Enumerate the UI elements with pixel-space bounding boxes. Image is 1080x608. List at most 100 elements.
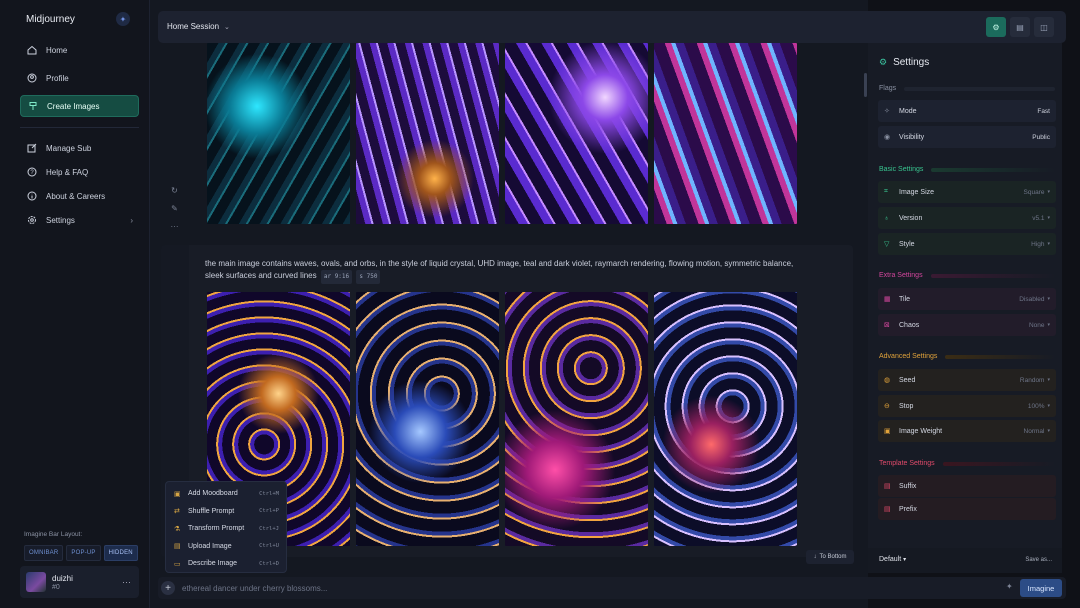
sidebar-item-create-images[interactable]: Create Images xyxy=(20,95,139,117)
section-label: Basic Settings xyxy=(879,166,924,173)
option-image-size[interactable]: ⌗ Image Size Square ▾ xyxy=(878,181,1056,203)
nav-divider xyxy=(20,127,139,128)
option-value: Normal xyxy=(1023,427,1045,435)
chevron-right-icon: › xyxy=(130,215,133,225)
layout-hidden-button[interactable]: HIDDEN xyxy=(103,545,138,561)
settings-view-icon[interactable]: ⚙ xyxy=(986,17,1006,37)
section-rule xyxy=(942,461,1055,466)
menu-item-describe-image[interactable]: ▭ Describe Image Ctrl+D xyxy=(166,555,286,573)
chevron-down-icon: ▾ xyxy=(1047,241,1050,247)
option-image-weight[interactable]: ▣ Image Weight Normal ▾ xyxy=(878,420,1056,442)
preset-name: Default xyxy=(879,556,902,563)
option-style[interactable]: ▽ Style High ▾ xyxy=(878,233,1056,255)
prompt-input[interactable] xyxy=(182,581,962,595)
sparkle-icon[interactable]: ✦ xyxy=(1006,582,1013,591)
option-seed[interactable]: ◍ Seed Random ▾ xyxy=(878,369,1056,391)
arrow-down-icon: ↓ xyxy=(813,554,817,560)
top-bar: Home Session ⌄ ⚙ ▤ ◫ xyxy=(158,11,1066,43)
option-suffix[interactable]: ▤ Suffix xyxy=(878,475,1056,497)
session-name: Home Session xyxy=(167,22,220,31)
option-stop[interactable]: ⊖ Stop 100% ▾ xyxy=(878,395,1056,417)
sidebar-item-manage-sub[interactable]: Manage Sub xyxy=(20,137,139,159)
sidebar-item-help[interactable]: ? Help & FAQ xyxy=(20,161,139,183)
sidebar-item-label: Settings xyxy=(46,215,75,225)
section-label: Advanced Settings xyxy=(879,353,938,360)
layout-omnibar-button[interactable]: OMNIBAR xyxy=(24,545,64,561)
generated-image[interactable] xyxy=(505,43,648,224)
to-bottom-button[interactable]: ↓ To Bottom xyxy=(806,550,854,564)
sidebar: Midjourney ✦ Home Profile Create Images … xyxy=(0,0,150,608)
chevron-down-icon: ▾ xyxy=(1047,189,1050,195)
option-label: Image Size xyxy=(899,188,935,196)
user-circle-icon xyxy=(27,73,37,83)
option-prefix[interactable]: ▤ Prefix xyxy=(878,498,1056,520)
plus-icon[interactable]: + xyxy=(161,581,175,595)
sidebar-item-label: Create Images xyxy=(47,101,100,111)
pin-icon[interactable]: ✦ xyxy=(116,12,130,26)
option-value: v5.1 xyxy=(1032,214,1045,222)
main-feed: ↻ ✎ ··· the main image contains waves, o… xyxy=(150,0,868,608)
menu-item-label: Transform Prompt xyxy=(188,525,245,533)
generated-image[interactable] xyxy=(654,43,797,224)
menu-item-label: Add Moodboard xyxy=(188,490,238,498)
save-as-button[interactable]: Save as... xyxy=(1025,557,1052,563)
option-mode[interactable]: ✧ Mode Fast xyxy=(878,100,1056,122)
prompt-text: the main image contains waves, ovals, an… xyxy=(205,259,794,280)
option-label: Mode xyxy=(899,107,917,115)
generated-image[interactable] xyxy=(356,292,499,546)
shortcut: Ctrl+U xyxy=(259,543,279,550)
section-label: Template Settings xyxy=(879,460,935,467)
param-badge: s 750 xyxy=(356,270,381,284)
option-label: Prefix xyxy=(899,505,917,513)
sidebar-item-label: Manage Sub xyxy=(46,143,92,153)
sidebar-item-about[interactable]: About & Careers xyxy=(20,185,139,207)
shortcut: Ctrl+J xyxy=(259,525,279,532)
feed-scrollbar[interactable] xyxy=(864,73,867,97)
more-icon[interactable]: ··· xyxy=(122,577,131,587)
layout-label: Imagine Bar Layout: xyxy=(24,531,83,538)
option-version[interactable]: ♁ Version v5.1 ▾ xyxy=(878,207,1056,229)
rerun-icon[interactable]: ↻ xyxy=(168,184,181,197)
generated-image[interactable] xyxy=(505,292,648,546)
menu-item-transform-prompt[interactable]: ⚗ Transform Prompt Ctrl+J xyxy=(166,520,286,538)
menu-item-add-moodboard[interactable]: ▣ Add Moodboard Ctrl+M xyxy=(166,485,286,503)
user-tag: #0 xyxy=(52,583,60,591)
more-icon[interactable]: ··· xyxy=(168,220,181,233)
menu-item-upload-image[interactable]: ▤ Upload Image Ctrl+U xyxy=(166,538,286,556)
sidebar-item-settings[interactable]: Settings › xyxy=(20,209,139,231)
primary-nav: Home Profile Create Images xyxy=(20,39,139,123)
section-label: Flags xyxy=(879,85,897,92)
option-chaos[interactable]: ⊠ Chaos None ▾ xyxy=(878,314,1056,336)
user-name: duizhi xyxy=(52,573,73,583)
layout-popup-button[interactable]: POP-UP xyxy=(66,545,101,561)
generated-image[interactable] xyxy=(654,292,797,546)
settings-title: ⚙ Settings xyxy=(879,57,929,68)
eye-icon: ◉ xyxy=(884,134,891,141)
option-label: Suffix xyxy=(899,482,917,490)
shortcut: Ctrl+D xyxy=(259,560,279,567)
brand-logo[interactable]: Midjourney xyxy=(26,14,75,25)
generated-image[interactable] xyxy=(207,43,350,224)
user-card[interactable]: duizhi #0 ··· xyxy=(20,566,139,598)
split-view-icon[interactable]: ◫ xyxy=(1034,17,1054,37)
generated-image[interactable] xyxy=(356,43,499,224)
layout-view-icon[interactable]: ▤ xyxy=(1010,17,1030,37)
menu-item-label: Describe Image xyxy=(188,560,238,568)
option-value: Public xyxy=(1032,133,1050,141)
chevron-down-icon: ▾ xyxy=(1047,296,1050,302)
pencil-icon[interactable]: ✎ xyxy=(168,202,181,215)
shortcut: Ctrl+M xyxy=(259,490,279,497)
session-selector[interactable]: Home Session ⌄ xyxy=(167,22,230,31)
sidebar-item-profile[interactable]: Profile xyxy=(20,67,139,89)
option-value: Disabled xyxy=(1019,295,1045,303)
weight-icon: ▣ xyxy=(884,428,891,435)
menu-item-shuffle-prompt[interactable]: ⇄ Shuffle Prompt Ctrl+P xyxy=(166,503,286,521)
option-visibility[interactable]: ◉ Visibility Public xyxy=(878,126,1056,148)
imagine-button[interactable]: Imagine xyxy=(1020,579,1062,597)
job-prompt[interactable]: the main image contains waves, ovals, an… xyxy=(205,258,795,284)
sidebar-item-home[interactable]: Home xyxy=(20,39,139,61)
section-rule xyxy=(931,167,1055,172)
preset-selector[interactable]: Default ▾ xyxy=(879,556,906,563)
resize-icon: ⌗ xyxy=(884,188,888,195)
option-tile[interactable]: ▦ Tile Disabled ▾ xyxy=(878,288,1056,310)
